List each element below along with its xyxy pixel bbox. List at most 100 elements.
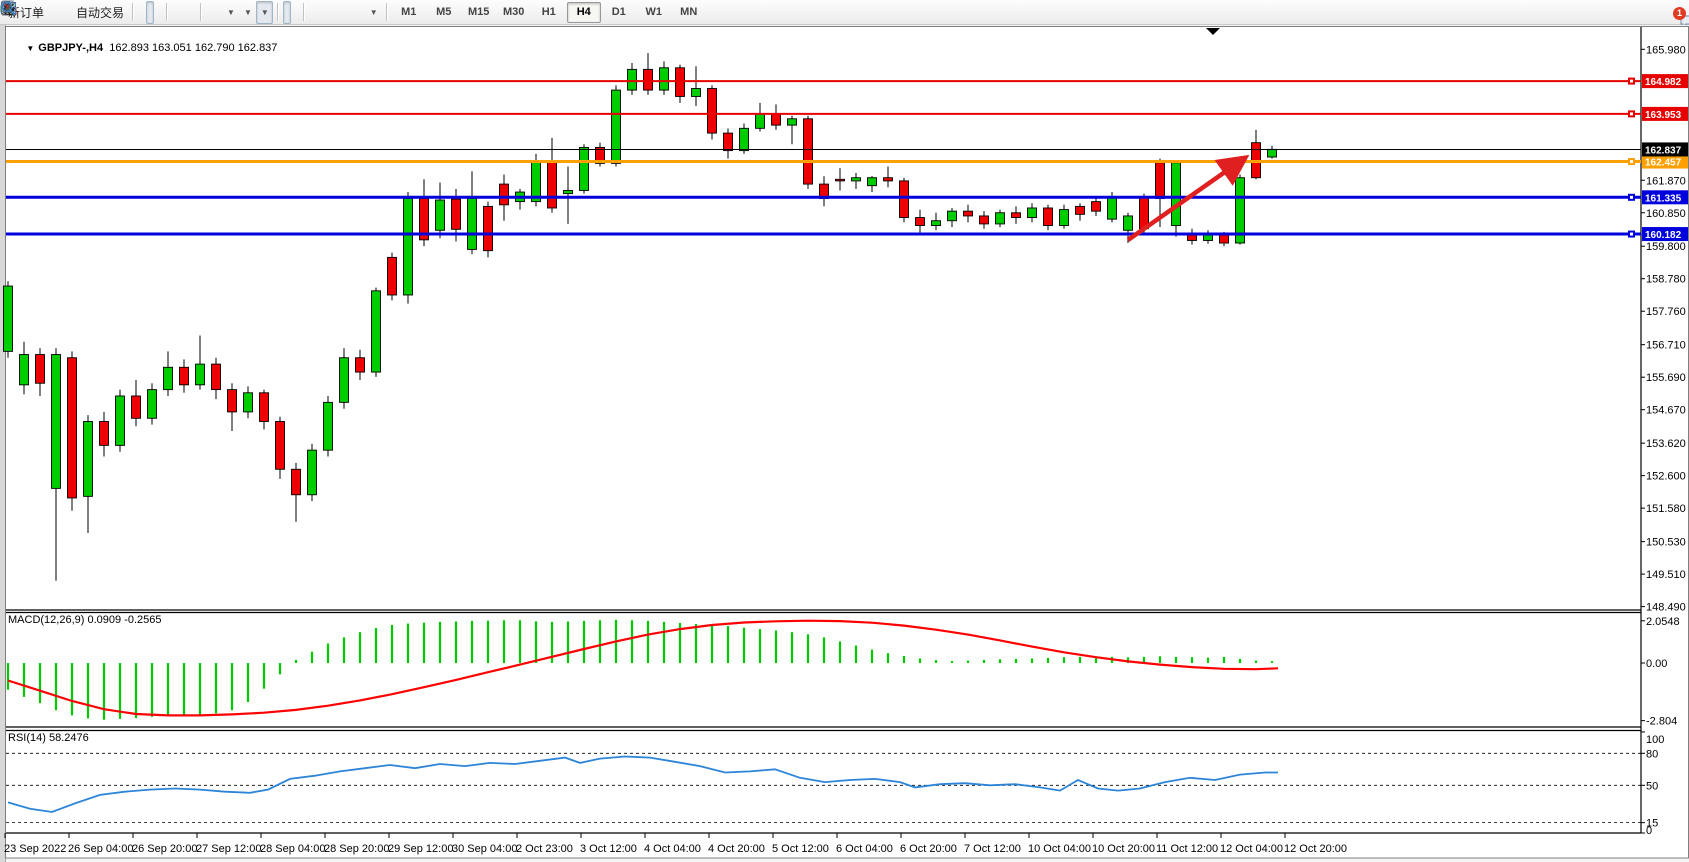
bull-candle <box>340 358 349 403</box>
svg-text:30 Sep 04:00: 30 Sep 04:00 <box>452 843 517 855</box>
chart-title: ▼GBPJPY-,H4 162.893 163.051 162.790 162.… <box>8 30 277 66</box>
bear-candle <box>132 396 141 418</box>
bull-candle <box>148 390 157 419</box>
chart-window-button[interactable] <box>56 1 64 24</box>
autotrade-button[interactable]: 自动交易 <box>72 1 128 24</box>
bar-chart-mode-button[interactable] <box>138 1 146 24</box>
bull-candle <box>532 162 541 202</box>
symbol-dropdown-icon[interactable]: ▼ <box>26 44 34 53</box>
bear-candle <box>980 216 989 224</box>
zoom-out-button[interactable] <box>180 1 188 24</box>
svg-text:152.600: 152.600 <box>1646 471 1686 483</box>
chart-window-frame <box>6 27 1689 859</box>
svg-text:27 Sep 12:00: 27 Sep 12:00 <box>196 843 261 855</box>
bull-candle <box>756 114 765 128</box>
bull-candle <box>628 69 637 90</box>
chart-area[interactable]: 165.980161.870160.850159.800158.780157.7… <box>0 25 1689 862</box>
label-tool-button[interactable]: T <box>357 1 365 24</box>
symbol-period-label: GBPJPY-,H4 <box>38 42 103 54</box>
bull-candle <box>788 119 797 125</box>
svg-text:157.760: 157.760 <box>1646 306 1686 318</box>
toolbar-separator <box>166 3 168 21</box>
timeframe-button-h4[interactable]: H4 <box>567 2 601 23</box>
bull-candle <box>852 178 861 181</box>
auto-scroll-button[interactable] <box>206 1 214 24</box>
bull-candle <box>324 402 333 450</box>
svg-text:6 Oct 04:00: 6 Oct 04:00 <box>836 843 893 855</box>
svg-text:0.00: 0.00 <box>1646 658 1667 670</box>
bull-candle <box>1268 149 1277 157</box>
horizontal-line-tool-button[interactable] <box>317 1 325 24</box>
timeframe-button-m1[interactable]: M1 <box>392 2 426 23</box>
templates-button[interactable]: ▼ <box>256 1 273 24</box>
dropdown-caret-icon: ▼ <box>370 8 378 17</box>
timeframe-button-m5[interactable]: M5 <box>427 2 461 23</box>
svg-text:155.690: 155.690 <box>1646 372 1686 384</box>
timeframe-button-d1[interactable]: D1 <box>602 2 636 23</box>
svg-text:28 Sep 04:00: 28 Sep 04:00 <box>260 843 325 855</box>
bull-candle <box>1172 163 1181 226</box>
timeframe-button-m30[interactable]: M30 <box>497 2 531 23</box>
svg-text:3 Oct 12:00: 3 Oct 12:00 <box>580 843 637 855</box>
fibonacci-tool-button[interactable]: F <box>341 1 349 24</box>
cursor-tool-button[interactable] <box>283 1 291 24</box>
bull-candle <box>468 198 477 249</box>
candle-chart-mode-button[interactable] <box>146 1 154 24</box>
svg-text:159.800: 159.800 <box>1646 241 1686 253</box>
notification-badge: 1 <box>1673 7 1686 20</box>
bear-candle <box>1076 206 1085 214</box>
bull-candle <box>404 198 413 295</box>
trendline-tool-button[interactable] <box>325 1 333 24</box>
signals-button[interactable] <box>64 1 72 24</box>
chart-shift-button[interactable] <box>214 1 222 24</box>
chart-canvas[interactable]: 165.980161.870160.850159.800158.780157.7… <box>0 25 1689 862</box>
bear-candle <box>228 390 237 412</box>
bear-candle <box>260 393 269 422</box>
bull-candle <box>660 68 669 90</box>
crosshair-tool-button[interactable] <box>291 1 299 24</box>
line-chart-mode-button[interactable] <box>154 1 162 24</box>
new-chart-button[interactable]: ▼ <box>222 1 239 24</box>
bear-candle <box>708 88 717 133</box>
bear-candle <box>100 421 109 445</box>
vertical-line-tool-button[interactable] <box>309 1 317 24</box>
timeframe-button-mn[interactable]: MN <box>672 2 706 23</box>
channel-tool-button[interactable]: E <box>333 1 341 24</box>
bear-candle <box>916 218 925 226</box>
zoom-in-button[interactable] <box>172 1 180 24</box>
timeframe-toolbar: M1M5M15M30H1H4D1W1MN <box>392 2 706 23</box>
svg-text:80: 80 <box>1646 748 1658 760</box>
arrows-tool-button[interactable]: ▼ <box>365 1 382 24</box>
bull-candle <box>196 364 205 385</box>
timeframe-button-h1[interactable]: H1 <box>532 2 566 23</box>
bear-candle <box>1220 235 1229 243</box>
bear-candle <box>644 69 653 90</box>
bear-candle <box>36 355 45 384</box>
svg-text:11 Oct 12:00: 11 Oct 12:00 <box>1156 843 1218 855</box>
bear-candle <box>804 119 813 184</box>
market-watch-button[interactable] <box>48 1 56 24</box>
timeframe-button-m15[interactable]: M15 <box>462 2 496 23</box>
bull-candle <box>692 88 701 96</box>
svg-text:160.850: 160.850 <box>1646 208 1686 220</box>
dropdown-caret-icon: ▼ <box>244 8 252 17</box>
bear-candle <box>212 364 221 389</box>
bull-candle <box>372 291 381 372</box>
tile-windows-button[interactable] <box>188 1 196 24</box>
bear-candle <box>964 211 973 216</box>
bull-candle <box>932 221 941 226</box>
bear-candle <box>724 133 733 151</box>
svg-text:50: 50 <box>1646 780 1658 792</box>
timeframe-button-w1[interactable]: W1 <box>637 2 671 23</box>
text-tool-button[interactable]: A <box>349 1 357 24</box>
search-icon[interactable] <box>0 0 17 17</box>
svg-text:161.870: 161.870 <box>1646 175 1686 187</box>
dropdown-caret-icon: ▼ <box>227 8 235 17</box>
bull-candle <box>4 286 13 351</box>
svg-text:158.780: 158.780 <box>1646 274 1686 286</box>
svg-text:150.530: 150.530 <box>1646 537 1686 549</box>
bear-candle <box>276 421 285 469</box>
svg-text:4 Oct 20:00: 4 Oct 20:00 <box>708 843 765 855</box>
periods-button[interactable]: ▼ <box>239 1 256 24</box>
dropdown-caret-icon: ▼ <box>261 8 269 17</box>
